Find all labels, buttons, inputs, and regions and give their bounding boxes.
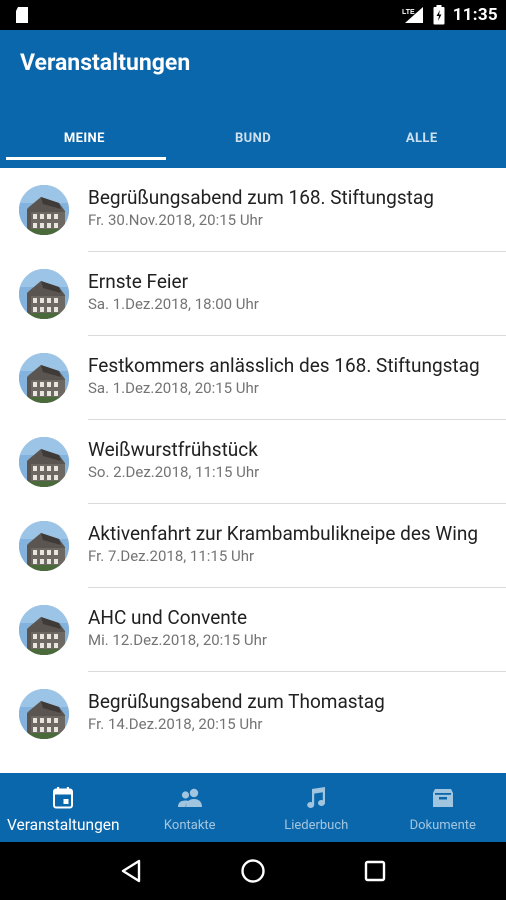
- active-tab-indicator: [6, 157, 166, 160]
- building-photo-icon: [19, 437, 69, 487]
- avatar: [19, 353, 69, 403]
- building-photo-icon: [19, 269, 69, 319]
- list-item[interactable]: Festkommers anlässlich des 168. Stiftung…: [0, 336, 506, 420]
- building-photo-icon: [19, 521, 69, 571]
- event-date: Fr. 14.Dez.2018, 20:15 Uhr: [88, 715, 263, 733]
- archive-icon: [430, 785, 456, 811]
- nav-label: Veranstaltungen: [6, 816, 120, 834]
- system-navigation-bar: [0, 842, 506, 900]
- status-bar: LTE 11:35: [0, 0, 506, 30]
- list-item[interactable]: Ernste Feier Sa. 1.Dez.2018, 18:00 Uhr: [0, 252, 506, 336]
- event-title: Begrüßungsabend zum 168. Stiftungstag: [88, 186, 434, 209]
- event-date: So. 2.Dez.2018, 11:15 Uhr: [88, 463, 260, 481]
- event-title: AHC und Convente: [88, 606, 248, 629]
- lte-signal-icon: LTE: [402, 7, 423, 23]
- avatar: [19, 605, 69, 655]
- nav-liederbuch[interactable]: Liederbuch: [253, 773, 380, 842]
- list-item[interactable]: AHC und Convente Mi. 12.Dez.2018, 20:15 …: [0, 588, 506, 672]
- nav-label: Liederbuch: [284, 818, 349, 833]
- list-item[interactable]: Aktivenfahrt zur Krambambulikneipe des W…: [0, 504, 506, 588]
- event-title: Begrüßungsabend zum Thomastag: [88, 690, 385, 713]
- event-date: Sa. 1.Dez.2018, 20:15 Uhr: [88, 379, 259, 397]
- back-triangle-icon: [121, 859, 141, 883]
- building-photo-icon: [19, 353, 69, 403]
- home-circle-icon: [241, 859, 265, 883]
- list-item[interactable]: Begrüßungsabend zum 168. Stiftungstag Fr…: [0, 168, 506, 252]
- tab-label: MEINE: [63, 130, 105, 146]
- battery-icon: [433, 5, 445, 25]
- nav-label: Kontakte: [163, 818, 216, 833]
- list-item[interactable]: Weißwurstfrühstück So. 2.Dez.2018, 11:15…: [0, 420, 506, 504]
- building-photo-icon: [19, 185, 69, 235]
- recents-square-icon: [364, 860, 386, 882]
- building-photo-icon: [19, 605, 69, 655]
- event-title: Festkommers anlässlich des 168. Stiftung…: [88, 354, 480, 377]
- tab-meine[interactable]: MEINE: [0, 108, 169, 168]
- nav-label: Dokumente: [409, 818, 476, 833]
- tab-label: BUND: [234, 130, 272, 146]
- event-list: Begrüßungsabend zum 168. Stiftungstag Fr…: [0, 168, 506, 772]
- nav-dokumente[interactable]: Dokumente: [380, 773, 506, 842]
- avatar: [19, 521, 69, 571]
- bottom-navigation: Veranstaltungen Kontakte Liederbuch Doku…: [0, 773, 506, 842]
- home-button[interactable]: [236, 854, 270, 888]
- sd-card-icon: [16, 7, 28, 23]
- tab-bund[interactable]: BUND: [169, 108, 338, 168]
- event-date: Mi. 12.Dez.2018, 20:15 Uhr: [88, 631, 267, 649]
- nav-veranstaltungen[interactable]: Veranstaltungen: [0, 773, 127, 842]
- event-date: Fr. 7.Dez.2018, 11:15 Uhr: [88, 547, 255, 565]
- contacts-icon: [177, 785, 203, 811]
- back-button[interactable]: [114, 854, 148, 888]
- status-time: 11:35: [452, 5, 498, 25]
- avatar: [19, 269, 69, 319]
- avatar: [19, 437, 69, 487]
- page-title: Veranstaltungen: [20, 49, 191, 76]
- tab-alle[interactable]: ALLE: [337, 108, 506, 168]
- event-date: Sa. 1.Dez.2018, 18:00 Uhr: [88, 295, 259, 313]
- building-photo-icon: [19, 689, 69, 739]
- tab-bar: MEINE BUND ALLE: [0, 108, 506, 168]
- tab-label: ALLE: [405, 130, 438, 146]
- nav-kontakte[interactable]: Kontakte: [127, 773, 254, 842]
- app-bar: Veranstaltungen MEINE BUND ALLE: [0, 30, 506, 168]
- event-title: Weißwurstfrühstück: [88, 438, 258, 461]
- calendar-icon: [50, 785, 76, 811]
- avatar: [19, 689, 69, 739]
- svg-text:LTE: LTE: [402, 9, 415, 16]
- avatar: [19, 185, 69, 235]
- event-title: Ernste Feier: [88, 270, 189, 293]
- music-note-icon: [303, 785, 329, 811]
- recents-button[interactable]: [358, 854, 392, 888]
- event-title: Aktivenfahrt zur Krambambulikneipe des W…: [88, 522, 479, 545]
- event-date: Fr. 30.Nov.2018, 20:15 Uhr: [88, 211, 263, 229]
- list-item[interactable]: Begrüßungsabend zum Thomastag Fr. 14.Dez…: [0, 672, 506, 756]
